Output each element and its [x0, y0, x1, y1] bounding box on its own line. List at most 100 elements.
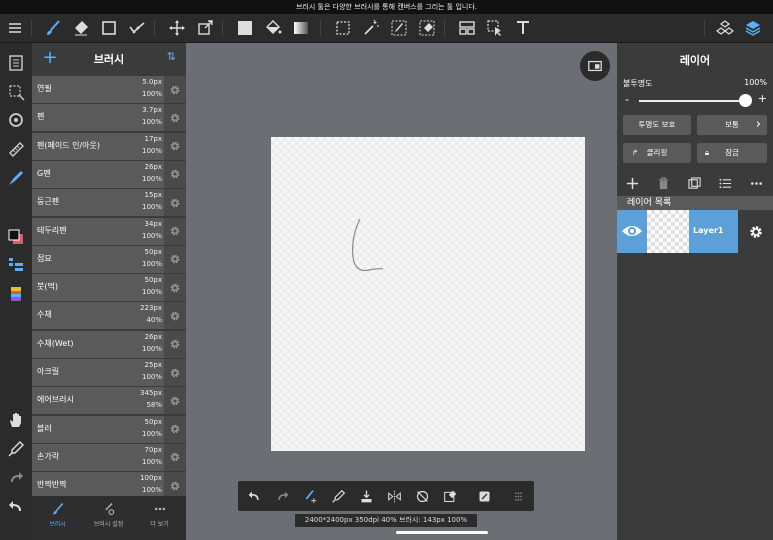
- flip-icon[interactable]: [384, 486, 404, 506]
- duplicate-layer-icon[interactable]: [685, 174, 703, 192]
- brush-icon[interactable]: [42, 17, 64, 39]
- eyedropper-icon[interactable]: [328, 486, 348, 506]
- trash-icon[interactable]: [654, 174, 672, 192]
- fill-color-icon[interactable]: [234, 17, 256, 39]
- color-set-icon[interactable]: [4, 283, 28, 305]
- tab-more[interactable]: 더 보기: [134, 500, 185, 536]
- magic-wand-icon[interactable]: [360, 17, 382, 39]
- layout-icon[interactable]: [456, 17, 478, 39]
- layer-settings-button[interactable]: [738, 210, 773, 253]
- materials-icon[interactable]: [714, 17, 736, 39]
- brush-settings-button[interactable]: [164, 160, 186, 188]
- brush-item[interactable]: G펜 26px 100%: [32, 160, 186, 189]
- gradient-icon[interactable]: [290, 17, 312, 39]
- brush-item[interactable]: 수채 223px 40%: [32, 302, 186, 331]
- brush-settings-button[interactable]: [164, 302, 186, 330]
- opacity-minus-button[interactable]: -: [625, 93, 629, 106]
- brush-item[interactable]: 아크릴 25px 100%: [32, 359, 186, 387]
- tab-brush[interactable]: 브러시: [32, 500, 83, 536]
- brush-item[interactable]: 에어브러시 345px 58%: [32, 387, 186, 416]
- hand-icon[interactable]: [4, 409, 28, 431]
- sort-button[interactable]: ⇅: [167, 50, 176, 63]
- more-icon[interactable]: [747, 174, 765, 192]
- brush-settings-button[interactable]: [164, 387, 186, 415]
- grid-handle-icon[interactable]: [508, 486, 528, 506]
- brush-settings-button[interactable]: [164, 104, 186, 132]
- lock-button[interactable]: 🔒︎ 잠금: [697, 143, 767, 163]
- rectangle-icon[interactable]: [98, 17, 120, 39]
- brush-settings-button[interactable]: [164, 217, 186, 245]
- stroke-correction-icon[interactable]: [300, 486, 320, 506]
- left-rail: [0, 43, 32, 540]
- brush-item[interactable]: 손가락 70px 100%: [32, 443, 186, 472]
- brush-item[interactable]: 점묘 50px 100%: [32, 245, 186, 274]
- add-layer-icon[interactable]: [623, 174, 641, 192]
- snap-icon[interactable]: [4, 109, 28, 131]
- fullscreen-button[interactable]: [580, 51, 610, 81]
- layer-row[interactable]: Layer1: [617, 210, 773, 253]
- brush-settings-button[interactable]: [164, 132, 186, 160]
- redo-icon[interactable]: [272, 486, 292, 506]
- canvas-icon[interactable]: [4, 52, 28, 74]
- gear-icon: [170, 311, 180, 321]
- brush-pen-icon[interactable]: [4, 167, 28, 189]
- drawing-canvas[interactable]: [271, 137, 585, 451]
- select-pen-icon[interactable]: [388, 17, 410, 39]
- tab-brush-settings[interactable]: 브러시 설정: [83, 500, 134, 536]
- brush-item[interactable]: 연필 5.0px 100%: [32, 76, 186, 104]
- eye-icon[interactable]: [621, 222, 643, 240]
- brush-item[interactable]: 붓(먹) 50px 100%: [32, 274, 186, 303]
- color-swatch-icon[interactable]: [4, 226, 28, 248]
- brush-settings-button[interactable]: [164, 274, 186, 302]
- protect-alpha-button[interactable]: 투명도 보호: [623, 115, 691, 135]
- brush-opacity: 100%: [141, 457, 162, 466]
- menu-icon[interactable]: [4, 17, 26, 39]
- text-icon[interactable]: [512, 17, 534, 39]
- brush-size: 50px: [144, 417, 163, 426]
- eraser-icon[interactable]: [70, 17, 92, 39]
- layers-icon[interactable]: [742, 17, 764, 39]
- rotate-reset-icon[interactable]: [412, 486, 432, 506]
- bucket-icon[interactable]: [262, 17, 284, 39]
- clipping-button[interactable]: ↱ 클리핑: [623, 143, 691, 163]
- brush-item[interactable]: 둥근펜 15px 100%: [32, 189, 186, 218]
- redo-icon[interactable]: [4, 467, 28, 489]
- selection-icon[interactable]: [4, 81, 28, 103]
- gear-icon: [170, 113, 180, 123]
- layer-list-icon[interactable]: [716, 174, 734, 192]
- brush-name: 둥근펜: [37, 197, 60, 207]
- opacity-plus-button[interactable]: +: [758, 92, 767, 105]
- brush-item[interactable]: 펜(페이드 인/아웃) 17px 100%: [32, 132, 186, 161]
- brush-opacity: 100%: [141, 373, 162, 381]
- brush-opacity: 100%: [141, 344, 162, 353]
- brush-settings-button[interactable]: [164, 330, 186, 358]
- eyedropper-icon[interactable]: [4, 438, 28, 460]
- undo-icon[interactable]: [244, 486, 264, 506]
- brush-item[interactable]: 테두리펜 34px 100%: [32, 217, 186, 246]
- select-eraser-icon[interactable]: [416, 17, 438, 39]
- color-palette-icon[interactable]: [4, 254, 28, 276]
- brush-item[interactable]: 수채(Wet) 26px 100%: [32, 330, 186, 359]
- brush-settings-button[interactable]: [164, 189, 186, 217]
- operation-icon[interactable]: [484, 17, 506, 39]
- brush-item[interactable]: 펜 3.7px 100%: [32, 104, 186, 133]
- brush-settings-button[interactable]: [164, 76, 186, 103]
- clear-icon[interactable]: [440, 486, 460, 506]
- opacity-slider[interactable]: [639, 100, 745, 102]
- brush-settings-button[interactable]: [164, 359, 186, 386]
- brush-settings-button[interactable]: [164, 415, 186, 443]
- move-icon[interactable]: [166, 17, 188, 39]
- undo-icon[interactable]: [4, 496, 28, 518]
- brush-item[interactable]: 블러 50px 100%: [32, 415, 186, 444]
- ruler-icon[interactable]: [4, 138, 28, 160]
- opacity-slider-knob[interactable]: [739, 94, 752, 107]
- brush-settings-button[interactable]: [164, 443, 186, 471]
- edit-mode-icon[interactable]: [474, 486, 494, 506]
- save-icon[interactable]: [356, 486, 376, 506]
- canvas-area[interactable]: 2400*2400px 350dpi 40% 브러시: 143px 100%: [186, 43, 617, 540]
- brush-settings-button[interactable]: [164, 245, 186, 273]
- blend-mode-button[interactable]: 보통 ›: [697, 115, 767, 135]
- transform-icon[interactable]: [194, 17, 216, 39]
- stroke-correction-icon[interactable]: [126, 17, 148, 39]
- select-icon[interactable]: [332, 17, 354, 39]
